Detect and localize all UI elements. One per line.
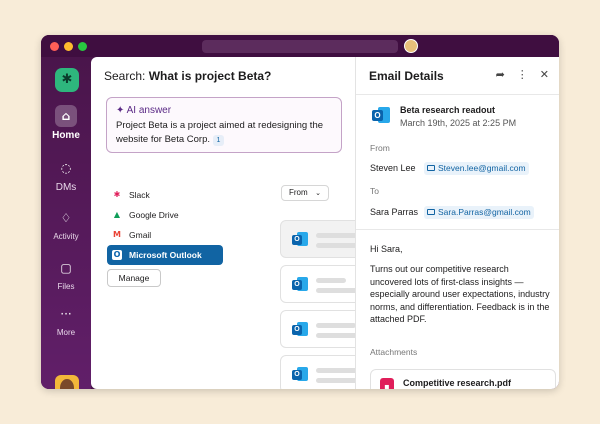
source-item-gmail[interactable]: M Gmail (107, 225, 223, 245)
gmail-icon: M (113, 230, 121, 239)
close-window-button[interactable] (50, 42, 59, 51)
outlook-icon: O (372, 107, 390, 125)
to-label: To (370, 186, 379, 196)
chat-icon: ◌ (60, 161, 72, 175)
divider (356, 229, 559, 230)
attachment-card[interactable]: ▪ Competitive research.pdf (370, 369, 556, 389)
rail-item-dms[interactable]: ◌ DMs (41, 157, 91, 193)
more-options-icon[interactable]: ⋮ (517, 68, 528, 81)
rail-item-label: Files (57, 282, 75, 291)
source-item-google-drive[interactable]: ▲ Google Drive (107, 205, 223, 225)
source-item-slack[interactable]: ✱ Slack (107, 185, 223, 205)
mail-icon (427, 209, 435, 215)
email-body: Turns out our competitive research uncov… (370, 264, 550, 324)
ai-answer-card: ✦ AI answer Project Beta is a project ai… (106, 97, 342, 153)
outlook-icon: O (112, 250, 122, 260)
source-item-microsoft-outlook[interactable]: O Microsoft Outlook (107, 245, 223, 265)
rail-item-more[interactable]: ··· More (41, 303, 91, 337)
mail-icon (427, 165, 435, 171)
close-icon[interactable]: ✕ (540, 68, 549, 81)
divider (356, 94, 559, 95)
minimize-window-button[interactable] (64, 42, 73, 51)
search-title: Search: What is project Beta? (104, 69, 272, 83)
email-greeting: Hi Sara, (370, 244, 403, 254)
outlook-icon: O (292, 232, 308, 248)
app-window: ✱ ⌂ Home ◌ DMs ♢ Activity ▢ Files ··· Mo… (41, 35, 559, 389)
source-filter-list: ✱ Slack ▲ Google Drive M Gmail O Microso… (107, 185, 223, 265)
email-date: March 19th, 2025 at 2:25 PM (400, 118, 517, 128)
google-drive-icon: ▲ (113, 210, 121, 219)
sparkle-icon: ✦ (116, 105, 127, 116)
rail-item-label: DMs (55, 182, 77, 193)
outlook-icon: O (292, 367, 308, 383)
bell-icon: ♢ (60, 211, 72, 225)
search-panel: Search: What is project Beta? ✦ AI answe… (91, 57, 400, 389)
workspace-avatar[interactable] (404, 39, 418, 53)
maximize-window-button[interactable] (78, 42, 87, 51)
workspace-logo-icon[interactable]: ✱ (55, 68, 79, 92)
email-subject: Beta research readout (400, 105, 496, 115)
rail-item-label: Activity (53, 232, 79, 241)
from-filter-dropdown[interactable]: From ⌄ (281, 185, 329, 201)
user-avatar[interactable] (55, 375, 79, 389)
rail-item-label: More (56, 328, 76, 337)
sender-name: Steven Lee (370, 163, 416, 173)
ai-answer-heading: ✦ AI answer (116, 105, 172, 116)
attachments-label: Attachments (370, 347, 418, 357)
sidebar-rail: ✱ ⌂ Home ◌ DMs ♢ Activity ▢ Files ··· Mo… (41, 57, 91, 389)
more-icon: ··· (60, 307, 72, 321)
pdf-icon: ▪ (380, 378, 394, 389)
attachment-name: Competitive research.pdf (403, 378, 512, 388)
sender-email-chip[interactable]: Steven.lee@gmail.com (424, 162, 529, 175)
slack-icon: ✱ (113, 190, 121, 199)
rail-item-files[interactable]: ▢ Files (41, 257, 91, 291)
from-label: From (370, 143, 390, 153)
manage-button[interactable]: Manage (107, 269, 161, 287)
search-query: What is project Beta? (148, 69, 272, 83)
title-bar (41, 35, 559, 57)
rail-item-label: Home (52, 130, 80, 141)
recipient-name: Sara Parras (370, 207, 419, 217)
email-details-panel: Email Details ➦ ⋮ ✕ O Beta research readou… (355, 57, 559, 389)
email-details-title: Email Details (369, 69, 444, 83)
rail-item-home[interactable]: ⌂ Home (41, 105, 91, 141)
outlook-icon: O (292, 322, 308, 338)
top-search-bar[interactable] (202, 40, 398, 53)
recipient-email-chip[interactable]: Sara.Parras@gmail.com (424, 206, 534, 219)
chevron-down-icon: ⌄ (315, 189, 321, 197)
citation-badge[interactable]: 1 (213, 135, 224, 146)
outlook-icon: O (292, 277, 308, 293)
share-icon[interactable]: ➦ (496, 68, 505, 81)
files-icon: ▢ (60, 261, 72, 275)
rail-item-activity[interactable]: ♢ Activity (41, 207, 91, 241)
home-icon: ⌂ (55, 105, 77, 127)
